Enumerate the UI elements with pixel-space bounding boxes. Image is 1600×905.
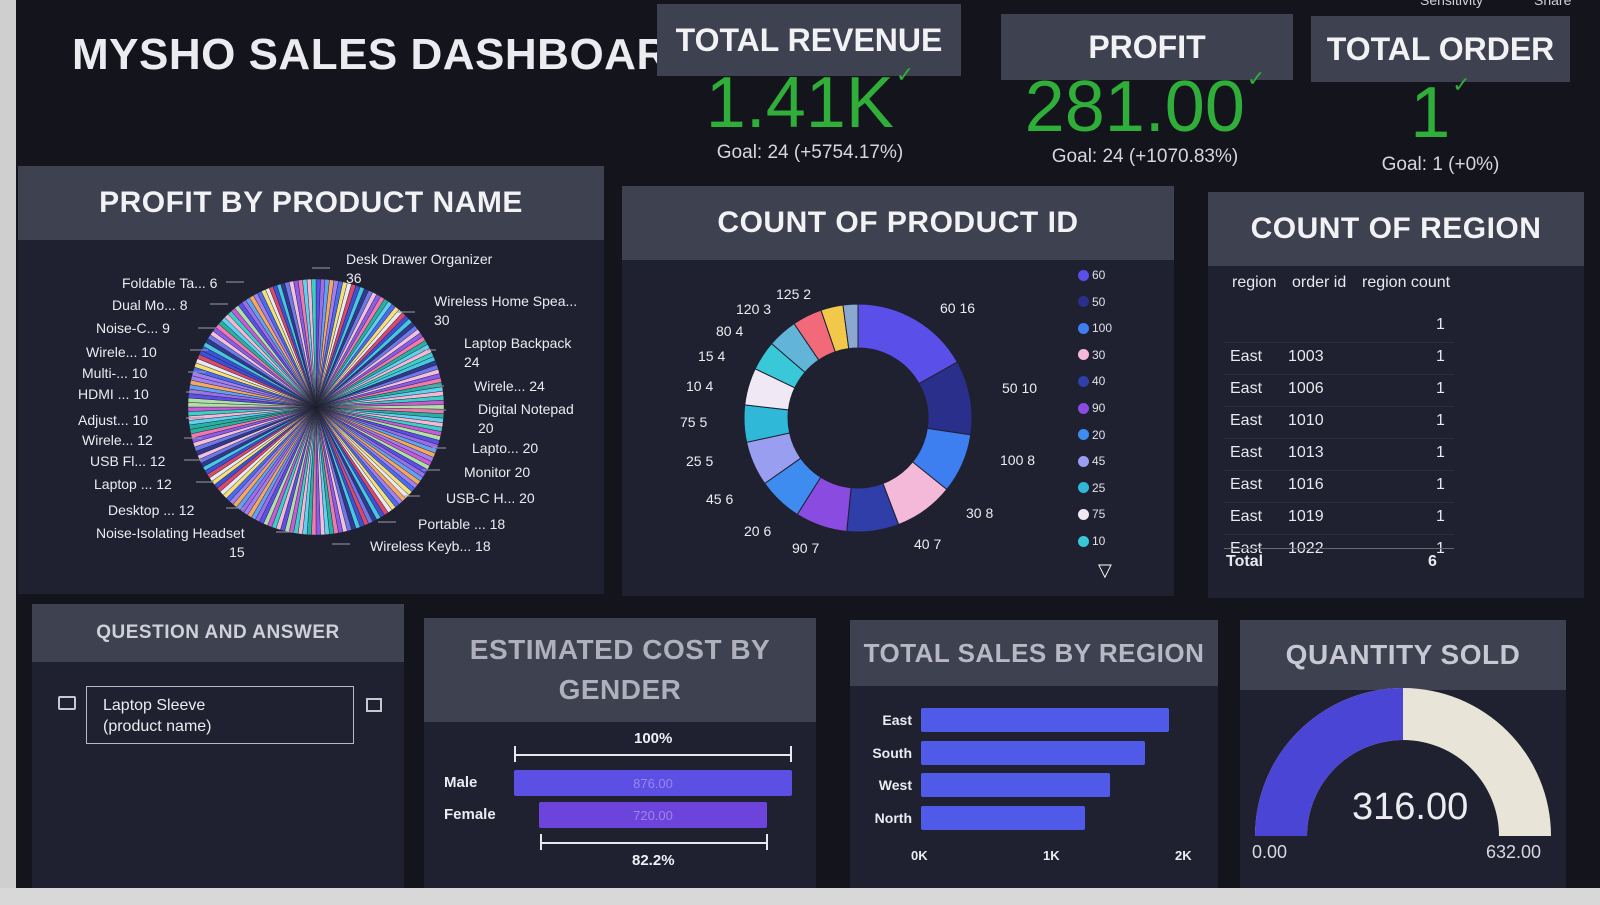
donut-data-label: 25 5 [686,453,714,469]
pie-data-label: Wireless Home Spea... 30 [434,293,578,328]
donut-data-label: 20 6 [744,523,772,539]
donut-data-label: 90 7 [792,540,820,556]
donut-data-label: 75 5 [680,414,708,430]
donut-data-label: 120 3 [736,301,772,317]
pie-data-label: Laptop Backpack 24 [464,335,572,370]
donut-data-label: 50 10 [1002,380,1038,396]
pie-data-label: USB Fl... 12 [90,453,166,469]
pie-data-label: Digital Notepad 20 [478,401,574,436]
donut-data-label: 15 4 [698,348,726,364]
pie-data-label: Foldable Ta... 6 [122,275,218,291]
pie-data-label: USB-C H... 20 [446,490,535,506]
pie-data-label: Desktop ... 12 [108,502,195,518]
pie-data-label: Wirele... 12 [82,432,153,448]
pie-data-label: Wirele... 24 [474,378,545,394]
donut-data-label: 30 8 [966,505,994,521]
pie-data-label: Adjust... 10 [78,412,149,428]
gauge-max: 632.00 [1486,842,1542,862]
donut-data-label: 100 8 [1000,452,1036,468]
pie-data-label: Laptop ... 12 [94,476,172,492]
pie-data-label: Noise-C... 9 [96,320,170,336]
pie-data-label: Dual Mo... 8 [112,297,188,313]
donut-data-label: 40 7 [914,536,942,552]
donut-data-label: 45 6 [706,491,734,507]
pie-data-label: Wireless Keyb... 18 [370,538,491,554]
pie-data-label: Noise-Isolating Headset 15 [96,525,245,560]
donut-data-label: 10 4 [686,378,714,394]
pie-data-label: Wirele... 10 [86,344,157,360]
gauge-value: 316.00 [1352,786,1469,828]
donut-data-label: 125 2 [776,286,812,302]
donut-data-label: 80 4 [716,323,744,339]
pie-data-label: Desk Drawer Organizer 36 [346,251,493,286]
donut-data-label: 60 16 [940,300,976,316]
pie-data-label: Monitor 20 [464,464,531,480]
pie-data-label: Multi-... 10 [82,365,148,381]
gauge-min: 0.00 [1252,842,1288,862]
pie-data-label: HDMI ... 10 [78,386,149,402]
pie-data-label: Portable ... 18 [418,516,506,532]
quantity-gauge [1255,688,1551,836]
pie-data-label: Lapto... 20 [472,440,539,456]
